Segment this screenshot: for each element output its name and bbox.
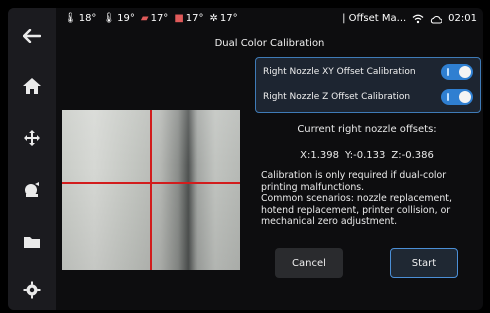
option-xy-label: Right Nozzle XY Offset Calibration (263, 67, 416, 77)
home-icon (23, 78, 41, 94)
option-z-offset: Right Nozzle Z Offset Calibration (263, 85, 473, 109)
back-arrow-icon (23, 29, 41, 43)
note-line-2: Common scenarios: nozzle replacement, ho… (261, 193, 452, 228)
camera-preview (62, 110, 240, 270)
temperature-readouts: 🌡 18° 🌡 19° ▰ 17° ■ 17° ✲ 17° (64, 13, 238, 24)
toggle-knob (459, 91, 471, 103)
toggle-on-indicator (447, 93, 449, 101)
offsets-heading: Current right nozzle offsets: (297, 124, 437, 135)
fan-temp: ✲ 17° (209, 13, 238, 24)
move-icon (24, 130, 40, 146)
offset-x: X:1.398 (300, 150, 339, 161)
calibration-nozzle-icon (25, 182, 39, 197)
screen: 🌡 18° 🌡 19° ▰ 17° ■ 17° ✲ 17° | Offset M… (8, 8, 483, 310)
note-line-1: Calibration is only required if dual-col… (261, 170, 447, 193)
move-button[interactable] (8, 116, 56, 160)
right-nozzle-temp: 🌡 19° (102, 13, 135, 24)
folder-icon (24, 237, 40, 248)
offset-z: Z:-0.386 (391, 150, 434, 161)
calibration-options: Right Nozzle XY Offset Calibration Right… (255, 57, 481, 113)
calibration-note: Calibration is only required if dual-col… (261, 170, 483, 228)
left-nozzle-temp: 🌡 18° (64, 13, 97, 24)
option-xy-offset: Right Nozzle XY Offset Calibration (263, 60, 473, 84)
files-button[interactable] (8, 220, 56, 264)
settings-button[interactable] (8, 268, 56, 310)
gear-icon (23, 281, 41, 299)
nozzle-left-icon: 🌡 (64, 13, 77, 24)
xy-offset-toggle[interactable] (441, 64, 473, 80)
chamber-temp: ■ 17° (174, 13, 204, 24)
page-subtitle: Dual Color Calibration (214, 38, 325, 49)
option-z-label: Right Nozzle Z Offset Calibration (263, 92, 411, 102)
start-button[interactable]: Start (390, 248, 458, 278)
sidebar (8, 8, 56, 310)
clock: 02:01 (448, 13, 477, 24)
home-button[interactable] (8, 64, 56, 108)
page-title: | Offset Ma... (342, 13, 407, 24)
offset-y: Y:-0.133 (345, 150, 386, 161)
bed-icon: ▰ (140, 13, 149, 24)
cancel-button[interactable]: Cancel (275, 248, 343, 278)
chamber-icon: ■ (174, 13, 184, 24)
back-button[interactable] (8, 14, 56, 58)
bed-temp: ▰ 17° (140, 13, 169, 24)
toggle-knob (459, 66, 471, 78)
wifi-icon (412, 14, 424, 23)
status-right: | Offset Ma... 02:01 (342, 13, 477, 24)
offset-values: X:1.398 Y:-0.133 Z:-0.386 (255, 150, 479, 161)
crosshair-horizontal (62, 182, 240, 184)
fan-icon: ✲ (209, 13, 218, 24)
crosshair-vertical (150, 110, 152, 270)
calibration-button[interactable] (8, 168, 56, 212)
z-offset-toggle[interactable] (441, 89, 473, 105)
cloud-icon (431, 15, 443, 23)
nozzle-right-icon: 🌡 (102, 13, 116, 24)
toggle-on-indicator (447, 68, 449, 76)
status-bar: 🌡 18° 🌡 19° ▰ 17° ■ 17° ✲ 17° | Offset M… (56, 8, 483, 30)
